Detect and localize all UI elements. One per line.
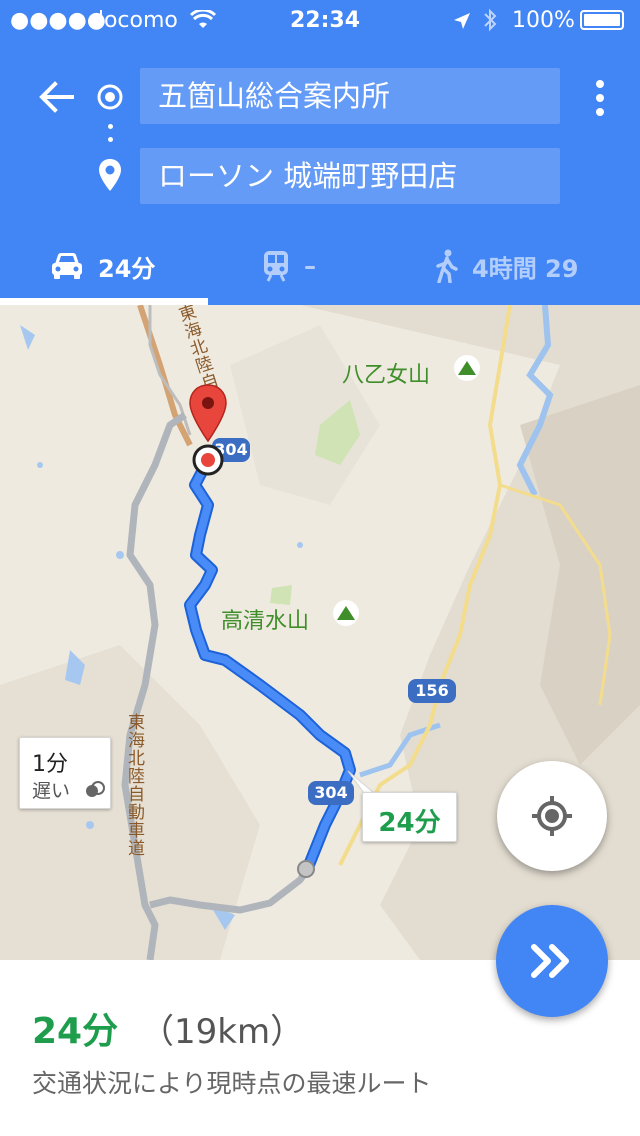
alt-route-note: 遅い	[32, 780, 71, 802]
walk-time-label: 4時間 29	[472, 254, 579, 283]
summary-note: 交通状況により現時点の最速ルート	[32, 1069, 432, 1098]
start-navigation-button[interactable]	[496, 905, 608, 1017]
carrier-label: docomo	[90, 8, 178, 33]
car-icon	[52, 253, 82, 279]
bluetooth-icon	[484, 8, 497, 32]
mountain-label: 高清水山	[221, 609, 310, 634]
route-dot-icon	[108, 137, 113, 142]
more-options-icon[interactable]	[590, 78, 610, 118]
mountain-label: 八乙女山	[342, 363, 431, 388]
battery-icon	[580, 10, 624, 30]
tab-drive[interactable]: 24分	[50, 246, 155, 286]
origin-dot-icon	[97, 84, 123, 110]
destination-pin-icon	[99, 159, 121, 191]
expressway-label: 東海北陸自動車道	[124, 713, 144, 857]
main-route-time: 24分	[378, 808, 441, 838]
back-arrow-icon[interactable]	[38, 80, 74, 114]
alt-route-time: 1分	[32, 752, 68, 777]
drive-time-label: 24分	[98, 254, 156, 283]
double-chevron-right-icon	[531, 944, 569, 978]
wifi-icon	[190, 10, 216, 28]
directions-header: ●●●●● docomo 22:34 100% 五箇山総合案内所 ローソン 城端…	[0, 0, 640, 305]
summary-distance: （19km）	[140, 1012, 305, 1052]
summary-time: 24分	[32, 1011, 119, 1052]
walk-icon	[436, 249, 458, 283]
status-time: 22:34	[290, 8, 361, 33]
destination-field[interactable]: ローソン 城端町野田店	[140, 148, 560, 204]
main-route-callout[interactable]: 24分	[362, 792, 457, 842]
my-location-button[interactable]	[497, 761, 607, 871]
transit-time-label: –	[304, 252, 316, 280]
origin-pin-icon	[189, 384, 227, 476]
toll-icon	[86, 781, 105, 797]
travel-mode-tabs: 24分 – 4時間 29	[0, 236, 640, 296]
origin-field[interactable]: 五箇山総合案内所	[140, 68, 560, 124]
map-view[interactable]: 八乙女山 高清水山 東海北陸自 東海北陸自動車道 304 156 304 1分 …	[0, 305, 640, 960]
location-arrow-icon	[454, 13, 470, 29]
train-icon	[264, 251, 288, 282]
alt-route-callout[interactable]: 1分 遅い	[19, 737, 111, 809]
destination-point	[297, 860, 315, 878]
tab-walk[interactable]: 4時間 29	[434, 246, 578, 286]
battery-percent: 100%	[512, 8, 575, 33]
tab-transit[interactable]: –	[262, 246, 316, 286]
status-bar: ●●●●● docomo 22:34 100%	[0, 0, 640, 40]
selected-tab-indicator	[0, 298, 208, 305]
crosshair-icon	[532, 796, 572, 836]
route-dot-icon	[108, 124, 113, 129]
route-shield: 156	[408, 679, 456, 703]
